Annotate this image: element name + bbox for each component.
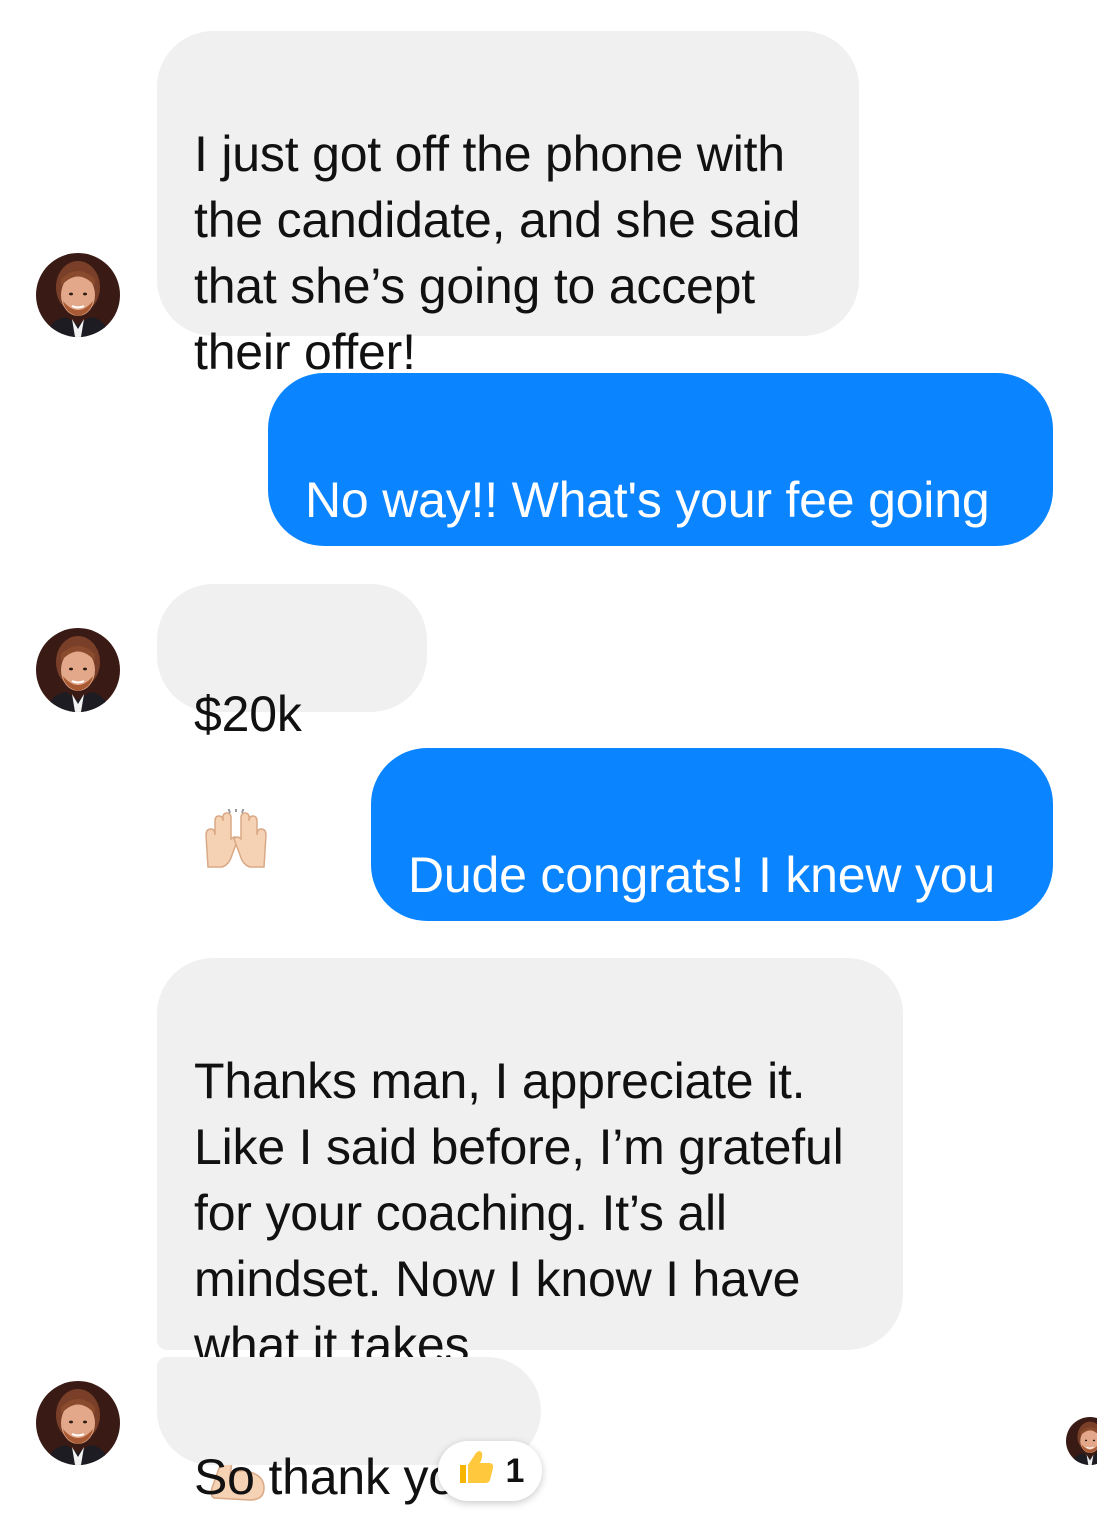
message-bubble-outgoing[interactable]: No way!! What's your fee going to be on …: [268, 373, 1053, 594]
message-text: Thanks man, I appreciate it. Like I said…: [194, 1053, 844, 1373]
message-bubble-outgoing[interactable]: Dude congrats! I knew you could do it!: [371, 748, 1053, 969]
reaction-count: 1: [505, 1451, 525, 1490]
message-text: $20k: [194, 686, 302, 742]
message-text: I just got off the phone with the candid…: [194, 126, 801, 380]
contact-avatar[interactable]: [36, 1381, 120, 1465]
message-bubble-incoming[interactable]: Thanks man, I appreciate it. Like I said…: [157, 958, 903, 1501]
message-text: Dude congrats! I knew you could do it!: [408, 847, 995, 969]
raising-hands-emoji: [202, 743, 270, 887]
contact-avatar[interactable]: [36, 628, 120, 712]
message-text: No way!! What's your fee going to be on …: [305, 472, 990, 594]
reaction-badge[interactable]: 1: [438, 1441, 542, 1501]
read-receipt-avatar: [1066, 1417, 1097, 1465]
thumbs-up-icon: [456, 1447, 496, 1496]
contact-avatar[interactable]: [36, 253, 120, 337]
message-bubble-incoming[interactable]: I just got off the phone with the candid…: [157, 31, 859, 380]
message-bubble-incoming[interactable]: $20k: [157, 584, 427, 868]
